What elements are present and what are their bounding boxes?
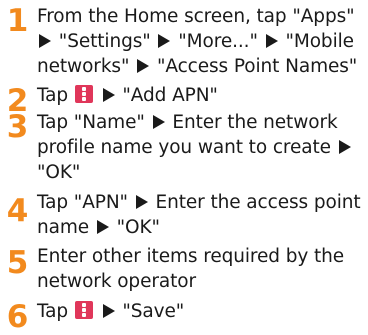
step-text-segment: network operator [37, 271, 196, 292]
step-text-segment: networks" [37, 56, 130, 77]
step-text-segment: Tap "APN" [37, 192, 128, 213]
menu-dots-icon [74, 85, 93, 103]
triangle-right-icon [96, 220, 109, 234]
step-text-segment: Enter the network [172, 112, 338, 133]
step-text-segment: Tap "Name" [37, 112, 145, 133]
step-number: 3 [6, 109, 29, 145]
step-text-segment: "More..." [178, 31, 258, 52]
step-text: Tap "Save" [37, 299, 364, 324]
triangle-right-icon [135, 195, 148, 209]
menu-dots-icon [74, 301, 93, 319]
step-text: Enter other items required by the networ… [37, 244, 364, 294]
triangle-right-icon [265, 34, 278, 48]
triangle-right-icon [152, 115, 165, 129]
step-text-segment: profile name you want to create [37, 137, 331, 158]
step-text-segment: "Save" [122, 301, 185, 322]
step-text-segment: "Add APN" [122, 85, 218, 106]
step-text-segment: Tap [37, 301, 69, 322]
step-text-segment: Tap [37, 85, 69, 106]
step-number: 6 [6, 299, 29, 335]
step-number: 5 [6, 245, 29, 281]
triangle-right-icon [102, 304, 115, 318]
step-text-segment: Enter other items required by the [37, 246, 345, 267]
triangle-right-icon [338, 140, 351, 154]
step-text-segment: Enter the access point [155, 192, 361, 213]
step-text-segment: "OK" [37, 162, 81, 183]
triangle-right-icon [158, 34, 171, 48]
step-number: 1 [6, 3, 29, 39]
triangle-right-icon [102, 88, 115, 102]
step-text-segment: "Mobile [285, 31, 354, 52]
step-text-segment: "Settings" [58, 31, 151, 52]
step-text-segment: "OK" [116, 217, 160, 238]
triangle-right-icon [39, 34, 51, 48]
triangle-right-icon [137, 59, 150, 73]
step-text: Tap "Add APN" [37, 83, 364, 108]
step-text-segment: From the Home screen, tap "Apps" [37, 6, 355, 27]
step-text: From the Home screen, tap "Apps" "Settin… [37, 4, 364, 79]
step-text-segment: "Access Point Names" [156, 56, 358, 77]
step-text: Tap "APN" Enter the access point name "O… [37, 190, 364, 240]
step-text: Tap "Name" Enter the network profile nam… [37, 110, 364, 185]
step-number: 4 [6, 193, 29, 229]
step-text-segment: name [37, 217, 90, 238]
